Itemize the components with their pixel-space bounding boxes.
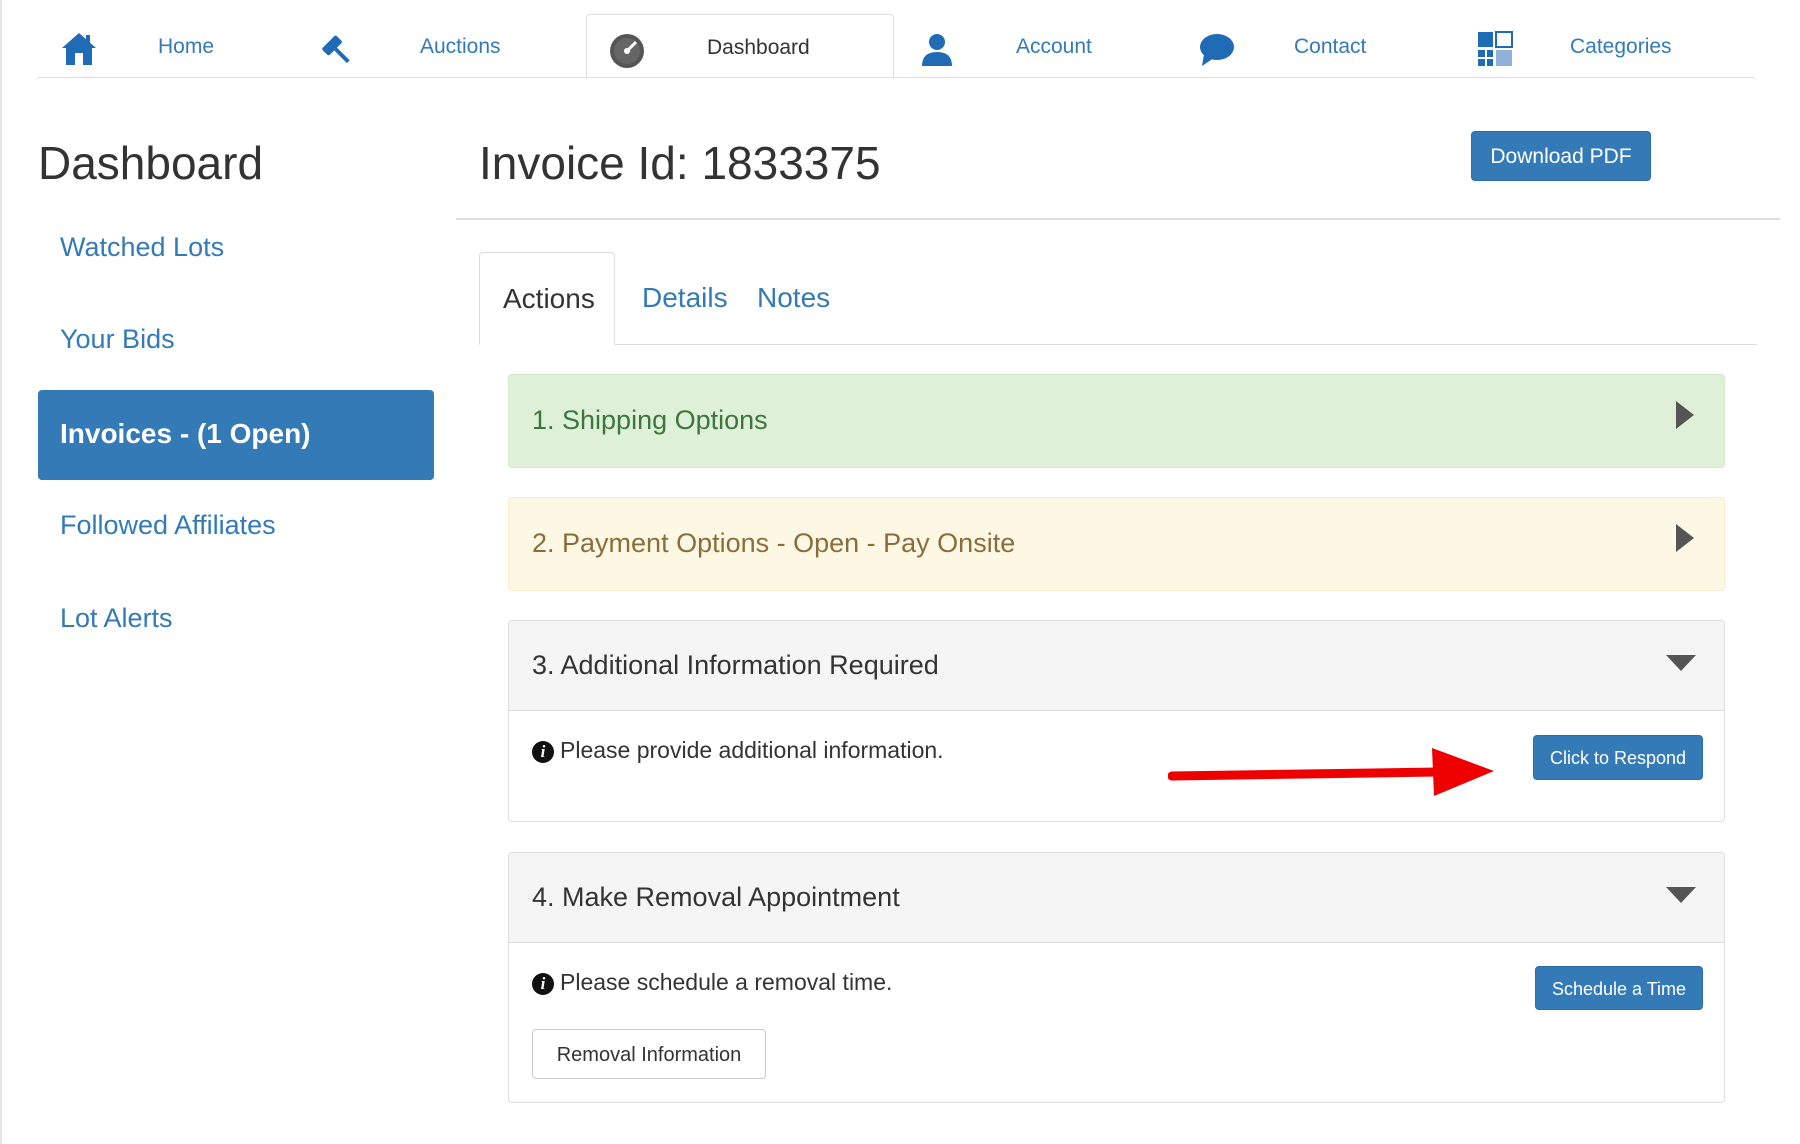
removal-appointment-header[interactable]: 4. Make Removal Appointment [509,853,1724,943]
grid-icon [1478,31,1513,66]
sidebar-item-followed-affiliates[interactable]: Followed Affiliates [60,510,276,541]
invoice-tabs: Actions Details Notes [479,252,1757,345]
removal-appointment-title: 4. Make Removal Appointment [532,882,900,912]
download-pdf-button[interactable]: Download PDF [1471,131,1651,181]
payment-options-panel[interactable]: 2. Payment Options - Open - Pay Onsite [508,497,1725,591]
nav-label-auctions: Auctions [420,35,501,58]
collapse-arrow-icon [1666,887,1696,903]
tab-notes-label: Notes [757,282,831,313]
expand-arrow-icon [1676,401,1694,429]
page-left-border [0,0,2,1144]
sidebar-item-invoices-label: Invoices - (1 Open) [60,418,311,449]
info-icon: i [532,741,554,763]
gavel-icon [322,35,350,64]
nav-label-contact: Contact [1294,35,1367,58]
nav-item-contact[interactable]: Contact [1198,14,1458,77]
nav-label-home: Home [158,35,215,58]
tab-details[interactable]: Details [615,252,739,344]
payment-options-title: 2. Payment Options - Open - Pay Onsite [532,528,1016,558]
nav-item-dashboard[interactable]: Dashboard [586,14,894,77]
collapse-arrow-icon [1666,655,1696,671]
tab-actions[interactable]: Actions [479,252,615,345]
additional-info-header[interactable]: 3. Additional Information Required [509,621,1724,711]
header-divider [456,218,1780,220]
shipping-options-title: 1. Shipping Options [532,405,768,435]
annotation-arrow-icon [1168,748,1494,796]
tab-actions-label: Actions [503,283,595,314]
info-icon: i [532,973,554,995]
expand-arrow-icon [1676,524,1694,552]
removal-information-button[interactable]: Removal Information [532,1029,766,1079]
shipping-options-panel[interactable]: 1. Shipping Options [508,374,1725,468]
page-title: Invoice Id: 1833375 [479,137,881,189]
removal-appointment-panel: 4. Make Removal Appointment i Please sche… [508,852,1725,1103]
sidebar-item-your-bids[interactable]: Your Bids [60,324,175,355]
nav-label-dashboard: Dashboard [707,36,810,59]
nav-item-categories[interactable]: Categories [1476,14,1736,77]
nav-item-auctions[interactable]: Auctions [318,14,578,77]
user-icon [922,34,952,66]
schedule-a-time-button[interactable]: Schedule a Time [1535,966,1703,1010]
tab-details-label: Details [642,282,728,313]
sidebar-item-lot-alerts[interactable]: Lot Alerts [60,603,173,634]
sidebar-item-watched-lots[interactable]: Watched Lots [60,232,224,263]
nav-item-account[interactable]: Account [918,14,1178,77]
nav-item-home[interactable]: Home [38,14,298,77]
tab-notes[interactable]: Notes [739,252,849,344]
nav-label-categories: Categories [1570,35,1672,58]
removal-message: i Please schedule a removal time. [532,969,892,996]
home-icon [62,33,96,65]
click-to-respond-button[interactable]: Click to Respond [1533,735,1703,780]
additional-info-panel: 3. Additional Information Required i Plea… [508,620,1725,822]
sidebar-title: Dashboard [38,137,264,189]
additional-info-message: i Please provide additional information. [532,737,944,764]
sidebar-item-invoices[interactable]: Invoices - (1 Open) [38,390,434,480]
nav-label-account: Account [1016,35,1092,58]
speedometer-icon [610,34,644,68]
chat-bubble-icon [1200,34,1234,66]
additional-info-text: Please provide additional information. [560,737,944,763]
removal-text: Please schedule a removal time. [560,969,893,995]
additional-info-title: 3. Additional Information Required [532,650,939,680]
top-navigation: Home Auctions Dashboard Account Contact … [38,14,1754,78]
